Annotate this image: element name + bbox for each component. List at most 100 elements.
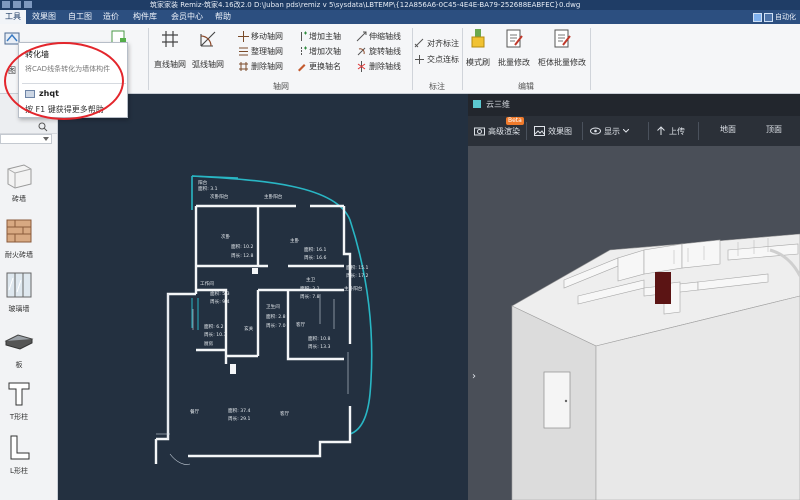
search-icon[interactable] — [38, 122, 48, 132]
category-select[interactable] — [0, 134, 52, 144]
cabinet-batch-edit-button[interactable]: 柜体批量修改 — [538, 28, 586, 68]
room-perimeter: 周长: 13.3 — [308, 343, 331, 350]
rotate-axis-button[interactable]: 旋转轴线 — [356, 46, 401, 57]
room-perimeter: 周长: 7.8 — [300, 293, 320, 300]
room-name: 餐厅 — [190, 408, 200, 415]
render-image-button[interactable]: 效果图 — [534, 124, 572, 138]
panel-item-l-column[interactable]: L形柱 — [0, 432, 38, 476]
align-dim-button[interactable]: 对齐标注 — [414, 38, 459, 49]
fire-brick-icon — [6, 219, 32, 243]
cabinet-edit-icon — [554, 29, 571, 48]
delete-grid-icon — [239, 62, 248, 71]
advanced-render-button[interactable]: 高级渲染 — [474, 124, 520, 138]
menu-draw[interactable]: 自工图 — [63, 10, 97, 24]
quick-access-toolbar[interactable] — [2, 1, 32, 8]
add-sub-axis-icon — [301, 46, 307, 56]
room-area: 面积: 37.4 — [228, 407, 251, 414]
straight-axis-button[interactable]: 直线轴网 — [154, 30, 186, 70]
room-name: 卫生间 — [266, 303, 280, 310]
auto-label: 自动化 — [775, 13, 796, 21]
panel-item-label: 砖墙 — [12, 195, 26, 203]
format-brush-button[interactable]: 模式刷 — [466, 28, 490, 68]
image-icon — [534, 126, 545, 136]
view-3d-title: 云三维 — [486, 100, 510, 109]
menu-render[interactable]: 效果图 — [27, 10, 61, 24]
panel-item-fire-brick-wall[interactable]: 耐火砖墙 — [0, 216, 38, 260]
upload-button[interactable]: 上传 — [656, 124, 685, 138]
delete-axisline-button[interactable]: 删除轴线 — [356, 61, 401, 72]
room-perimeter: 周长: 10.3 — [204, 331, 227, 338]
tab-ceiling[interactable]: 顶面 — [766, 124, 782, 135]
room-area: 面积: 5.3 — [210, 290, 230, 297]
layout-icon[interactable] — [764, 12, 773, 22]
arc-axis-icon — [200, 31, 216, 47]
menu-member[interactable]: 会员中心 — [166, 10, 208, 24]
stretch-axis-button[interactable]: 伸缩轴线 — [356, 31, 401, 42]
dimension-lines — [156, 294, 349, 465]
align-dim-label: 对齐标注 — [427, 39, 459, 48]
menu-tools[interactable]: 工具 — [0, 10, 26, 24]
group-separator — [148, 28, 149, 90]
cloud-3d-icon — [473, 100, 481, 108]
panel-item-brick-wall[interactable]: 砖墙 — [0, 160, 38, 204]
toolbar-separator — [698, 122, 699, 140]
menu-help[interactable]: 帮助 — [210, 10, 236, 24]
intersection-dim-icon — [415, 55, 424, 64]
add-axis-icon — [301, 31, 307, 41]
area-label: 玄关 — [244, 325, 254, 332]
batch-edit-button[interactable]: 批量修改 — [498, 28, 530, 68]
grid-axis-icon — [162, 31, 178, 47]
menu-bar: 工具 效果图 自工图 造价 构件库 会员中心 帮助 自动化 — [0, 10, 800, 24]
display-label: 显示 — [604, 126, 620, 136]
tidy-icon — [239, 47, 248, 56]
area-label: 主卧阳台 — [264, 193, 283, 200]
floor-plan[interactable]: 次卧 面积: 10.2 周长: 12.8 主卧 面积: 16.1 周长: 16.… — [58, 94, 468, 500]
move-axis-button[interactable]: 移动轴网 — [238, 31, 283, 42]
batch-edit-icon — [506, 29, 523, 48]
room-name: 客厅 — [296, 321, 306, 328]
selected-curve[interactable] — [191, 175, 239, 179]
intersection-dim-button[interactable]: 交点连标 — [414, 54, 459, 65]
panel-item-glass-wall[interactable]: 玻璃墙 — [0, 270, 38, 314]
tab-floor[interactable]: 地面 — [720, 124, 736, 135]
add-sub-axis-button[interactable]: 增加次轴 — [296, 46, 341, 57]
straight-axis-label: 直线轴网 — [154, 60, 186, 69]
menu-library[interactable]: 构件库 — [128, 10, 162, 24]
rename-axis-button[interactable]: 更换轴名 — [296, 61, 341, 72]
layout-switcher[interactable]: 自动化 — [753, 12, 796, 22]
advanced-render-label: 高级渲染 — [488, 126, 520, 136]
toolbar-separator — [526, 122, 527, 140]
delete-axis-button[interactable]: 删除轴网 — [238, 61, 283, 72]
3d-scene[interactable]: › — [468, 146, 800, 500]
room-name: 主卫 — [306, 276, 316, 283]
eye-icon — [590, 127, 601, 135]
slab-icon — [4, 334, 34, 350]
rotate-axis-label: 旋转轴线 — [369, 47, 401, 56]
add-main-axis-button[interactable]: 增加主轴 — [296, 31, 341, 42]
chevron-down-icon — [43, 137, 49, 141]
arc-axis-button[interactable]: 弧线轴网 — [192, 30, 224, 70]
move-axis-label: 移动轴网 — [251, 32, 283, 41]
room-area: 面积: 16.1 — [304, 246, 327, 253]
room-name: 次卧 — [221, 233, 231, 240]
panel-item-t-column[interactable]: T形柱 — [0, 378, 38, 422]
rotate-icon — [357, 47, 366, 56]
3d-model[interactable] — [468, 146, 800, 500]
menu-cost[interactable]: 造价 — [98, 10, 124, 24]
view-3d[interactable]: 云三维 高级渲染 Beta 效果图 显示 上传 地面 顶面 › — [468, 94, 800, 500]
tidy-axis-button[interactable]: 整理轴网 — [238, 46, 283, 57]
layout-icon[interactable] — [753, 12, 762, 22]
delete-axisline-icon — [357, 61, 366, 72]
upload-icon — [657, 126, 665, 135]
window-title: 筑家家装 Remiz-筑家4.16改2.0 D:\Juban pds\remiz… — [150, 1, 581, 9]
panel-item-slab[interactable]: 板 — [0, 326, 38, 370]
delete-axis-label: 删除轴网 — [251, 62, 283, 71]
cabinet-batch-edit-label: 柜体批量修改 — [538, 58, 586, 67]
tidy-axis-label: 整理轴网 — [251, 47, 283, 56]
chevron-right-icon[interactable]: › — [472, 371, 476, 382]
door-handle — [564, 399, 568, 403]
cad-canvas[interactable]: 次卧 面积: 10.2 周长: 12.8 主卧 面积: 16.1 周长: 16.… — [58, 94, 468, 500]
display-button[interactable]: 显示 — [590, 124, 629, 138]
intersection-dim-label: 交点连标 — [427, 55, 459, 64]
rename-icon — [298, 64, 306, 72]
